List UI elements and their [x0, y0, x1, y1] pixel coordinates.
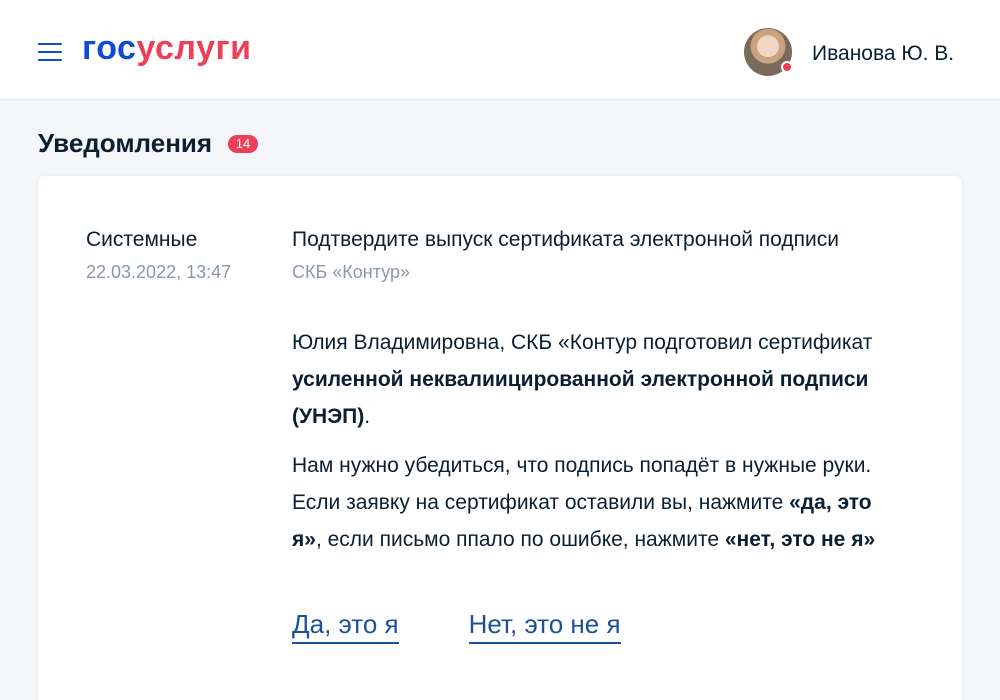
confirm-no-link[interactable]: Нет, это не я	[468, 606, 621, 644]
notification-sender: СКБ «Контур»	[292, 262, 411, 282]
notification-date: 22.03.2022, 13:47	[86, 262, 232, 282]
notification-card: Системные 22.03.2022, 13:47 Подтвердите …	[38, 176, 962, 700]
paragraph-1-text-b: .	[364, 405, 371, 428]
paragraph-2-text-a: Нам нужно убедиться, что подпись попадёт…	[292, 454, 872, 514]
status-dot-icon	[781, 61, 793, 73]
top-header: госуслуги Иванова Ю. В.	[0, 0, 1000, 100]
paragraph-2-text-b: , если письмо ппало по ошибке, нажмите	[315, 528, 725, 551]
notification-body: Юлия Владимировна, СКБ «Контур подготови…	[292, 324, 892, 558]
logo-part-gos: гос	[82, 29, 137, 67]
gosuslugi-logo[interactable]: госуслуги	[82, 28, 252, 68]
hamburger-menu-icon[interactable]	[38, 43, 62, 61]
logo-part-uslugi: услуги	[136, 29, 252, 67]
paragraph-2-bold-no: «нет, это не я»	[724, 528, 876, 551]
confirm-yes-link[interactable]: Да, это я	[292, 606, 399, 644]
notification-category: Системные	[86, 228, 198, 251]
notification-actions: Да, это я Нет, это не я	[292, 606, 621, 644]
user-name[interactable]: Иванова Ю. В.	[812, 40, 954, 68]
paragraph-1-bold: усиленной неквалиицированной электронной…	[292, 368, 869, 428]
notification-title: Подтвердите выпуск сертификата электронн…	[292, 228, 839, 251]
paragraph-1-text-a: Юлия Владимировна, СКБ «Контур подготови…	[292, 331, 873, 354]
notifications-count-badge: 14	[228, 135, 258, 153]
body-paragraph-2: Нам нужно убедиться, что подпись попадёт…	[292, 447, 892, 558]
body-paragraph-1: Юлия Владимировна, СКБ «Контур подготови…	[292, 324, 892, 435]
page-title: Уведомления	[38, 128, 213, 158]
avatar[interactable]	[744, 28, 793, 76]
